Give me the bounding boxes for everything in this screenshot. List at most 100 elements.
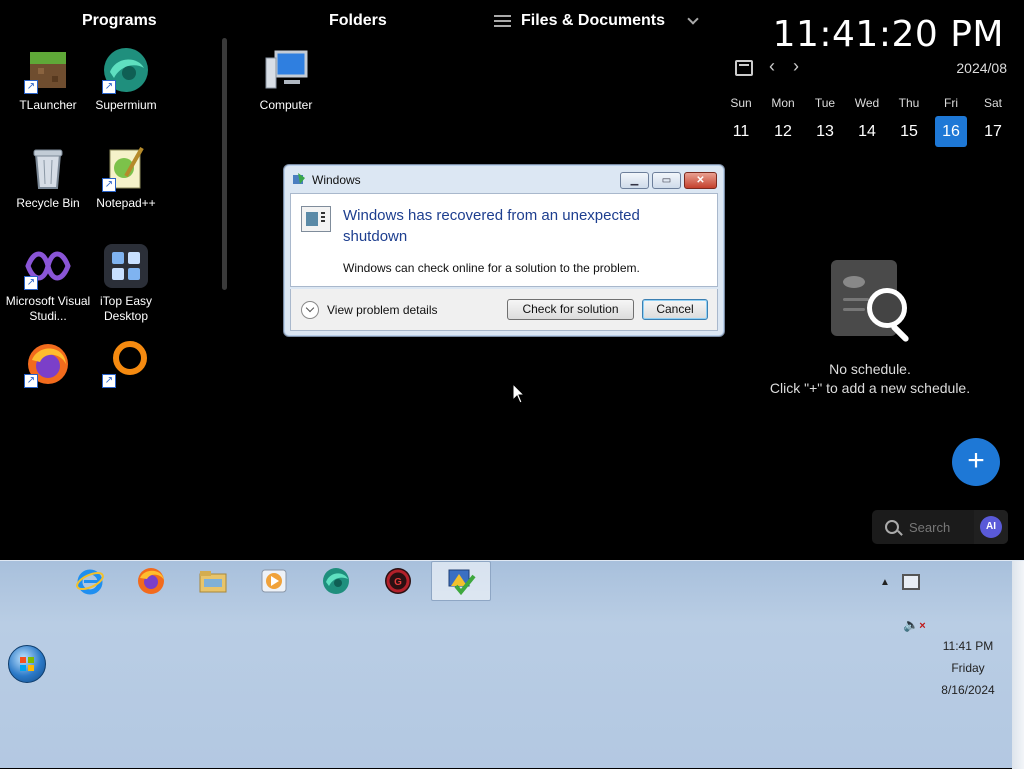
shortcut-arrow-icon: ↗ <box>102 80 116 94</box>
view-problem-details-toggle[interactable]: View problem details <box>301 301 438 319</box>
calendar-day-today[interactable]: 16 <box>935 116 967 147</box>
problem-report-icon <box>301 206 331 232</box>
desktop-icon-label: Computer <box>259 98 313 112</box>
notepad-plus-plus-icon: ↗ <box>102 144 150 192</box>
network-icon[interactable] <box>902 574 920 590</box>
shortcut-arrow-icon: ↗ <box>102 178 116 192</box>
svg-text:G: G <box>394 577 402 588</box>
desktop-icon-label: Supermium <box>95 98 157 112</box>
desktop-icon-firefox[interactable]: ↗ <box>5 340 91 392</box>
taskbar: G ▲ 🔈× 11:41 PM Friday 8/16/2024 <box>0 560 1024 769</box>
schedule-search-icon <box>825 258 915 346</box>
shortcut-arrow-icon: ↗ <box>24 374 38 388</box>
weekday-label: Wed <box>854 96 880 110</box>
desktop-icon-label: TLauncher <box>19 98 77 112</box>
desktop-icon-label: Recycle Bin <box>16 196 80 210</box>
taskbar-game-app[interactable]: G <box>368 561 428 601</box>
firefox-icon <box>138 568 164 594</box>
weekday-label: Fri <box>944 96 958 110</box>
add-schedule-button[interactable]: + <box>952 438 1000 486</box>
search-box[interactable]: Search AI <box>872 510 1008 544</box>
maximize-button[interactable]: ▭ <box>652 172 681 189</box>
desktop-icon-orange-ring-app[interactable]: ↗ <box>83 340 169 392</box>
programs-header[interactable]: Programs <box>82 12 157 30</box>
game-app-icon: G <box>385 568 411 594</box>
desktop-icon-tlauncher[interactable]: ↗ TLauncher <box>5 46 91 113</box>
computer-icon <box>262 46 310 94</box>
desktop-icon-recycle-bin[interactable]: Recycle Bin <box>5 144 91 211</box>
weekday-label: Mon <box>771 96 795 110</box>
close-button[interactable]: ✕ <box>684 172 717 189</box>
taskbar-firefox[interactable] <box>121 561 181 601</box>
calendar-month: 2024/08 <box>956 60 1007 76</box>
windows-logo-icon <box>20 657 34 671</box>
search-input[interactable]: Search <box>909 520 974 535</box>
taskbar-internet-explorer[interactable] <box>60 561 120 601</box>
desktop: Programs Folders Files & Documents ↗ TLa… <box>0 0 1024 560</box>
recycle-bin-icon <box>24 144 72 192</box>
desktop-icon-itop-easy-desktop[interactable]: iTop Easy Desktop <box>83 242 169 324</box>
taskbar-action-center[interactable] <box>431 561 491 601</box>
chevron-down-icon[interactable] <box>687 13 699 25</box>
tlauncher-icon: ↗ <box>24 46 72 94</box>
calendar-icon[interactable] <box>735 60 753 76</box>
calendar-day[interactable]: 13 <box>804 116 846 147</box>
ai-assistant-button[interactable]: AI <box>974 510 1008 544</box>
supermium-icon: ↗ <box>102 46 150 94</box>
files-documents-header[interactable]: Files & Documents <box>494 12 699 30</box>
chevron-down-icon <box>301 301 319 319</box>
shortcut-arrow-icon: ↗ <box>24 80 38 94</box>
taskbar-file-explorer[interactable] <box>183 561 243 601</box>
desktop-icon-visual-studio[interactable]: ↗ Microsoft Visual Studi... <box>5 242 91 324</box>
calendar-day[interactable]: 15 <box>888 116 930 147</box>
recovery-dialog: Windows ▁ ▭ ✕ Windows has recovered from… <box>283 164 725 337</box>
minimize-button[interactable]: ▁ <box>620 172 649 189</box>
visual-studio-icon: ↗ <box>24 242 72 290</box>
desktop-icon-computer[interactable]: Computer <box>243 46 329 113</box>
empty-schedule-hint: Click "+" to add a new schedule. <box>769 380 971 396</box>
empty-schedule-title: No schedule. <box>829 361 911 377</box>
file-explorer-icon <box>199 571 227 593</box>
chevron-left-icon[interactable]: ‹ <box>769 56 775 77</box>
desktop-icon-label: Notepad++ <box>96 196 156 210</box>
calendar-day[interactable]: 11 <box>720 116 762 147</box>
files-documents-label: Files & Documents <box>521 12 666 29</box>
calendar-days: 11 12 13 14 15 16 17 <box>720 116 1014 147</box>
weekday-label: Sun <box>730 96 752 110</box>
dialog-body: Windows has recovered from an unexpected… <box>290 193 718 287</box>
itop-easy-desktop-icon <box>102 242 150 290</box>
weekday-label: Thu <box>898 96 920 110</box>
taskbar-scrollbar[interactable] <box>1012 561 1024 769</box>
taskbar-day: Friday <box>951 661 985 675</box>
search-icon <box>885 520 899 534</box>
windows-app-icon <box>292 172 306 186</box>
dialog-heading: Windows has recovered from an unexpected… <box>343 207 640 245</box>
check-for-solution-button[interactable]: Check for solution <box>507 299 634 320</box>
calendar-day[interactable]: 17 <box>972 116 1014 147</box>
clock: 11:41:20 PM <box>772 14 1004 55</box>
volume-muted-icon[interactable]: 🔈× <box>903 617 926 633</box>
calendar-weekdays: Sun Mon Tue Wed Thu Fri Sat <box>720 96 1014 110</box>
desktop-icon-label: Microsoft Visual Studi... <box>5 294 91 323</box>
calendar-day[interactable]: 14 <box>846 116 888 147</box>
dialog-message: Windows can check online for a solution … <box>343 261 640 275</box>
calendar-toolbar: ‹ › 2024/08 <box>735 56 1007 80</box>
action-center-icon <box>448 569 476 596</box>
cancel-button[interactable]: Cancel <box>642 299 708 320</box>
desktop-icon-notepad-plus-plus[interactable]: ↗ Notepad++ <box>83 144 169 211</box>
menu-icon[interactable] <box>494 15 511 27</box>
programs-scrollbar[interactable] <box>222 38 227 290</box>
calendar-day[interactable]: 12 <box>762 116 804 147</box>
taskbar-supermium[interactable] <box>306 561 366 601</box>
folders-header[interactable]: Folders <box>329 12 387 30</box>
show-hidden-icons-button[interactable]: ▲ <box>880 577 890 588</box>
taskbar-media-player[interactable] <box>244 561 304 601</box>
taskbar-time: 11:41 PM <box>942 639 994 653</box>
chevron-right-icon[interactable]: › <box>793 56 799 77</box>
media-player-icon <box>261 569 287 593</box>
desktop-icon-supermium[interactable]: ↗ Supermium <box>83 46 169 113</box>
dialog-footer: View problem details Check for solution … <box>290 289 718 331</box>
start-button[interactable] <box>8 645 46 683</box>
taskbar-clock[interactable]: 11:41 PM Friday 8/16/2024 <box>918 635 1018 701</box>
ai-icon: AI <box>980 516 1002 538</box>
